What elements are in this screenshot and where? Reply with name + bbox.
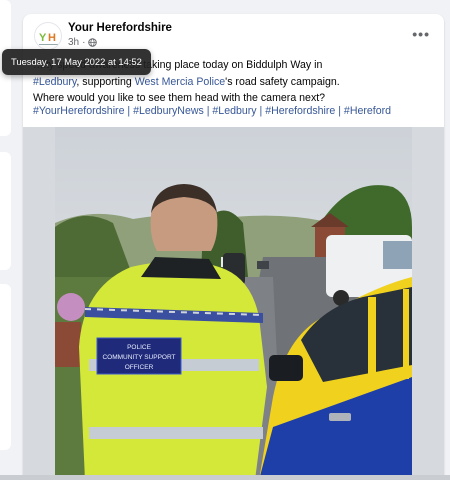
vest-text-line2: COMMUNITY SUPPORT bbox=[102, 354, 175, 361]
west-mercia-police-link[interactable]: West Mercia Police bbox=[135, 76, 225, 88]
police-officer-photo: POLICE COMMUNITY SUPPORT OFFICER bbox=[23, 127, 444, 480]
hashtag-ledbury-link[interactable]: #Ledbury bbox=[33, 76, 76, 88]
post-card: Y H Your Herefordshire 3h · ••• …ity spe… bbox=[23, 14, 444, 480]
post-meta: 3h · bbox=[68, 37, 98, 48]
svg-text:Y: Y bbox=[39, 32, 47, 44]
post-text-mid: , supporting bbox=[76, 75, 135, 88]
timestamp-tooltip: Tuesday, 17 May 2022 at 14:52 bbox=[2, 49, 151, 75]
vest-text-line1: POLICE bbox=[127, 344, 152, 351]
herefordshire-logo: Y H bbox=[39, 32, 59, 45]
more-options-icon[interactable]: ••• bbox=[412, 26, 430, 42]
post-age[interactable]: 3h bbox=[68, 37, 79, 48]
vest-text-line3: OFFICER bbox=[125, 364, 154, 371]
page-avatar[interactable]: Y H bbox=[34, 22, 62, 50]
svg-text:H: H bbox=[48, 32, 56, 44]
hashtags[interactable]: #YourHerefordshire | #LedburyNews | #Led… bbox=[33, 105, 391, 117]
rail-card bbox=[0, 284, 11, 450]
rail-card bbox=[0, 152, 11, 270]
globe-icon bbox=[88, 38, 98, 47]
page-name[interactable]: Your Herefordshire bbox=[68, 22, 172, 34]
post-text-end: 's road safety campaign. bbox=[225, 75, 340, 88]
post-photo[interactable]: POLICE COMMUNITY SUPPORT OFFICER bbox=[23, 127, 444, 480]
separator-dot: · bbox=[82, 37, 86, 48]
bottom-scroll-area bbox=[0, 475, 450, 480]
